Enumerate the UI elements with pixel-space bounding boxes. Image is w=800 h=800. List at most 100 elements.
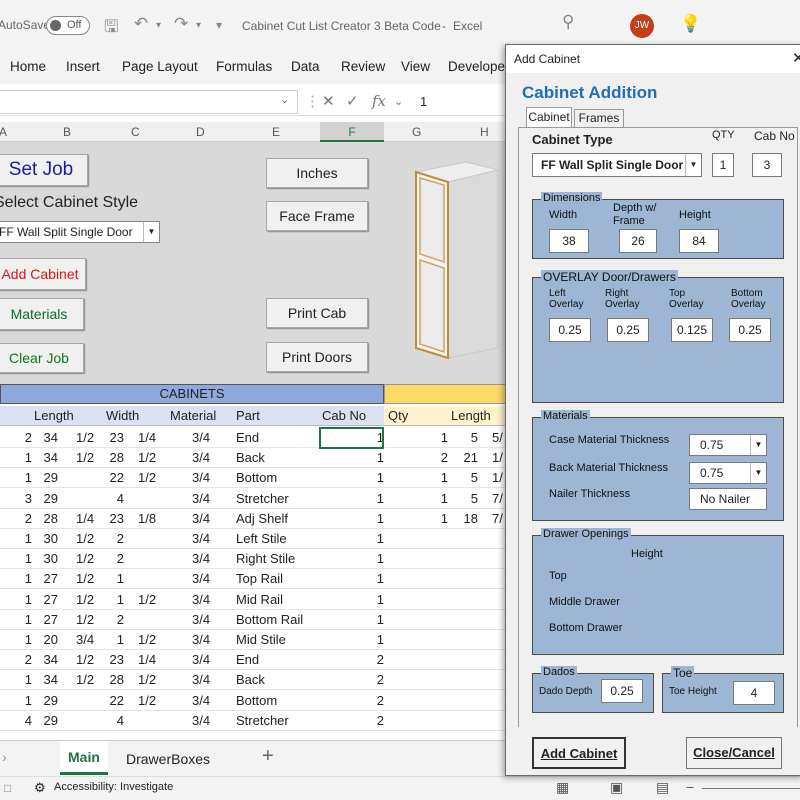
table-cell[interactable]: 3/4 [192, 590, 210, 610]
table-cell[interactable]: 3/4 [192, 630, 210, 650]
table-cell[interactable] [462, 610, 478, 630]
table-cell[interactable]: 1 [374, 489, 384, 509]
tab-developer[interactable]: Develope [448, 59, 505, 74]
table-cell[interactable] [462, 670, 478, 690]
column-header-selected[interactable]: F [320, 122, 384, 142]
depth-input[interactable]: 26 [619, 229, 657, 253]
name-box[interactable]: ⌄ [0, 90, 298, 114]
table-cell[interactable]: 1 [22, 630, 32, 650]
table-cell[interactable]: 1 [374, 529, 384, 549]
table-cell[interactable]: 3/4 [192, 711, 210, 731]
tab-data[interactable]: Data [291, 59, 320, 74]
autosave-toggle[interactable]: Off [46, 16, 90, 35]
print-cab-button[interactable]: Print Cab [266, 298, 368, 328]
table-cell[interactable]: 1/2 [76, 529, 94, 549]
table-cell[interactable]: 23 [108, 650, 124, 670]
table-cell[interactable]: 4 [22, 711, 32, 731]
customize-toolbar-icon[interactable]: ▾ [216, 18, 222, 32]
tab-formulas[interactable]: Formulas [216, 59, 272, 74]
tab-frames[interactable]: Frames [574, 109, 624, 127]
selected-cell[interactable] [319, 427, 384, 449]
right-overlay-input[interactable]: 0.25 [607, 318, 649, 342]
chevron-down-icon[interactable]: ▼ [143, 222, 159, 242]
table-cell[interactable]: 3/4 [192, 650, 210, 670]
table-cell[interactable]: 1 [108, 630, 124, 650]
table-cell[interactable]: 1/2 [76, 650, 94, 670]
table-cell[interactable]: 28 [108, 670, 124, 690]
table-cell[interactable]: 29 [38, 468, 58, 488]
chevron-down-icon[interactable]: ⌄ [280, 93, 289, 106]
table-cell[interactable]: 22 [108, 468, 124, 488]
table-cell[interactable]: 3/4 [192, 448, 210, 468]
tab-cabinet[interactable]: Cabinet [526, 107, 572, 127]
lightbulb-icon[interactable]: 💡 [680, 14, 701, 34]
column-header[interactable]: D [196, 125, 205, 139]
add-cabinet-submit-button[interactable]: Add Cabinet [532, 737, 626, 769]
table-cell[interactable]: 5 [462, 428, 478, 448]
inches-button[interactable]: Inches [266, 158, 368, 188]
tab-main[interactable]: Main [60, 741, 108, 775]
chevron-down-icon[interactable]: ▼ [750, 435, 766, 455]
nailer-thickness-input[interactable]: No Nailer [689, 488, 767, 510]
table-cell[interactable] [462, 711, 478, 731]
table-cell[interactable] [438, 529, 448, 549]
clear-job-button[interactable]: Clear Job [0, 343, 84, 373]
table-cell[interactable]: 1 [374, 468, 384, 488]
table-cell[interactable]: 2 [22, 650, 32, 670]
table-cell[interactable]: 1 [374, 610, 384, 630]
table-cell[interactable]: 34 [38, 448, 58, 468]
left-overlay-input[interactable]: 0.25 [549, 318, 591, 342]
tab-drawerboxes[interactable]: DrawerBoxes [126, 751, 210, 767]
print-doors-button[interactable]: Print Doors [266, 342, 368, 372]
table-cell[interactable]: 34 [38, 428, 58, 448]
table-cell[interactable]: 3/4 [192, 569, 210, 589]
table-cell[interactable]: 1/2 [138, 691, 156, 711]
column-header[interactable]: C [131, 125, 140, 139]
table-cell[interactable]: 7/ [492, 509, 503, 529]
save-icon[interactable]: 🖫 [104, 14, 118, 43]
table-cell[interactable]: 3/4 [192, 610, 210, 630]
table-cell[interactable]: 2 [108, 529, 124, 549]
table-cell[interactable]: 30 [38, 529, 58, 549]
table-cell[interactable]: 2 [22, 428, 32, 448]
table-cell[interactable]: 1/2 [76, 428, 94, 448]
table-cell[interactable]: 1/2 [138, 448, 156, 468]
set-job-button[interactable]: Set Job [0, 154, 88, 186]
tab-view[interactable]: View [401, 59, 430, 74]
cabinet-type-dropdown[interactable]: FF Wall Split Single Door ▼ [532, 153, 702, 177]
table-cell[interactable]: 1 [438, 428, 448, 448]
table-cell[interactable]: 21 [462, 448, 478, 468]
table-cell[interactable] [462, 630, 478, 650]
table-cell[interactable]: 3/4 [192, 529, 210, 549]
table-cell[interactable]: 27 [38, 590, 58, 610]
table-cell[interactable]: Top Rail [236, 569, 283, 589]
table-cell[interactable]: 22 [108, 691, 124, 711]
table-cell[interactable] [462, 569, 478, 589]
table-cell[interactable]: 1 [22, 569, 32, 589]
undo-icon[interactable]: ↶ [134, 14, 148, 34]
tab-review[interactable]: Review [341, 59, 385, 74]
width-input[interactable]: 38 [549, 229, 589, 253]
table-cell[interactable]: 34 [38, 670, 58, 690]
table-cell[interactable]: 1/2 [76, 549, 94, 569]
function-dropdown-icon[interactable]: ⌄ [394, 95, 403, 108]
table-cell[interactable]: 2 [374, 650, 384, 670]
table-cell[interactable] [438, 691, 448, 711]
table-cell[interactable]: 1 [22, 448, 32, 468]
table-cell[interactable]: 28 [38, 509, 58, 529]
redo-icon[interactable]: ↷ [174, 14, 188, 34]
table-cell[interactable] [438, 630, 448, 650]
table-cell[interactable]: 1/4 [76, 509, 94, 529]
search-icon[interactable]: ⚲ [562, 12, 574, 32]
table-cell[interactable]: 1/2 [138, 590, 156, 610]
undo-dropdown-icon[interactable]: ▾ [156, 20, 161, 31]
function-icon[interactable]: fx [372, 92, 386, 110]
table-cell[interactable]: 1/2 [138, 630, 156, 650]
table-cell[interactable]: End [236, 428, 259, 448]
chevron-down-icon[interactable]: ▼ [685, 154, 701, 176]
table-cell[interactable]: 2 [374, 711, 384, 731]
table-cell[interactable]: Mid Stile [236, 630, 286, 650]
tab-page-layout[interactable]: Page Layout [122, 59, 198, 74]
table-cell[interactable]: 4 [108, 489, 124, 509]
table-cell[interactable]: 28 [108, 448, 124, 468]
